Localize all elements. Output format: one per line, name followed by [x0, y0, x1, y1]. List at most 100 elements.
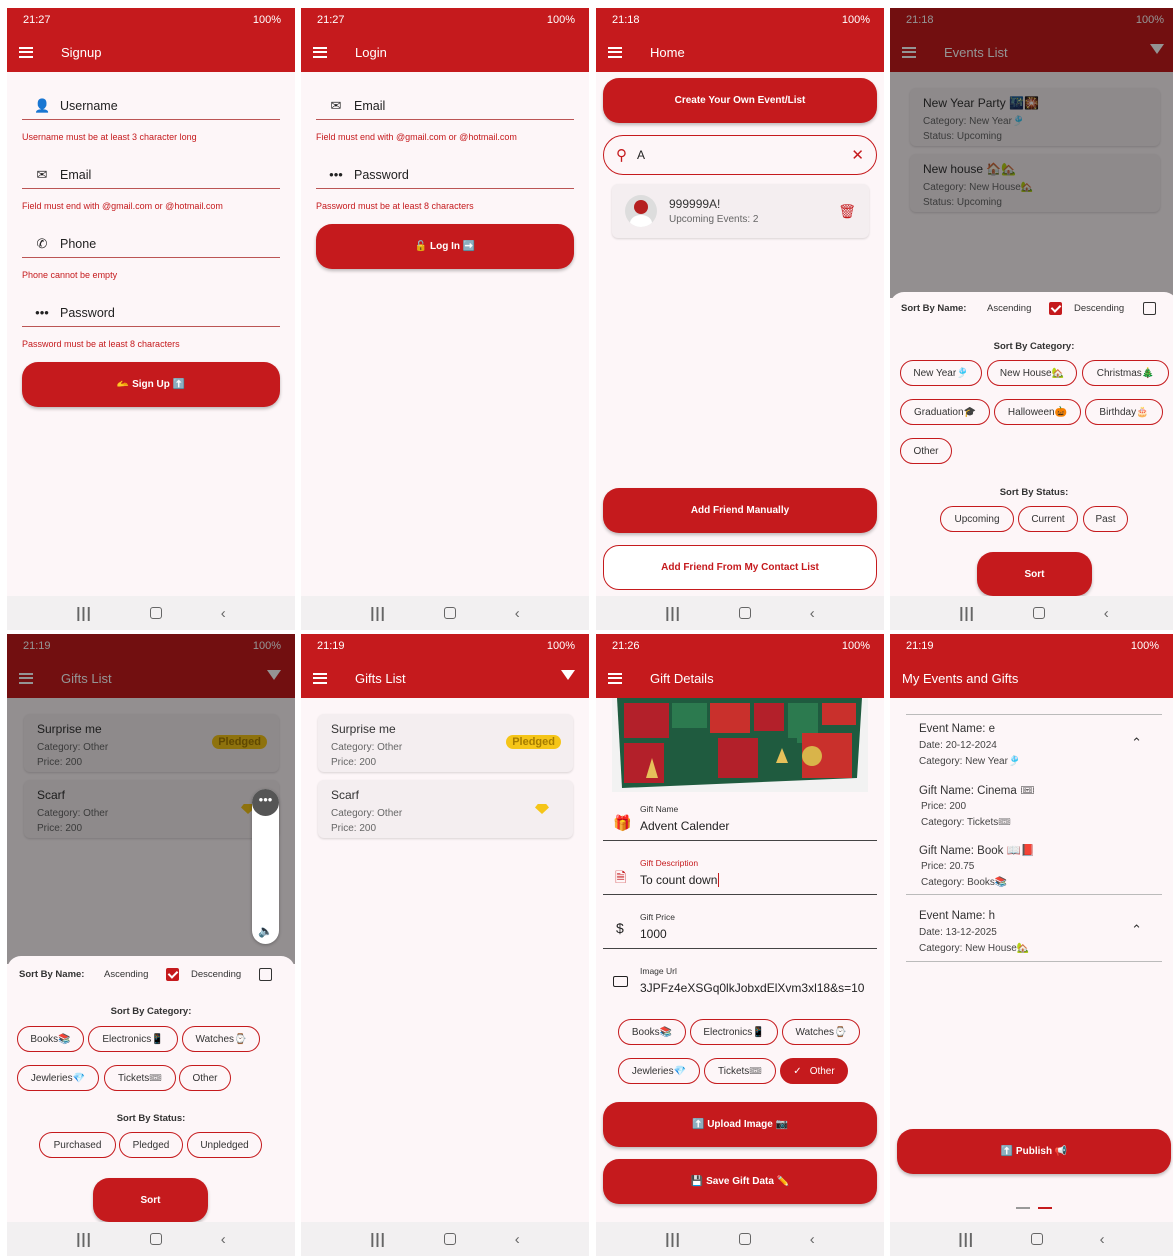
- back-icon[interactable]: ‹: [810, 605, 815, 622]
- home-icon[interactable]: [739, 1233, 752, 1245]
- delete-icon[interactable]: 🗑: [838, 203, 856, 220]
- status-chip[interactable]: Pledged: [119, 1132, 183, 1158]
- ascending-checkbox[interactable]: [1049, 302, 1062, 315]
- add-friend-contacts-button[interactable]: Add Friend From My Contact List: [603, 545, 877, 590]
- category-chip[interactable]: Watches⌚: [182, 1026, 260, 1052]
- category-chip[interactable]: Halloween🎃: [994, 399, 1081, 425]
- sort-button[interactable]: Sort: [977, 552, 1092, 596]
- recents-icon[interactable]: |||: [665, 605, 681, 622]
- scrim[interactable]: [890, 8, 1173, 298]
- status-chip[interactable]: Purchased: [39, 1132, 116, 1158]
- gift-description-field[interactable]: 🗎 Gift Description To count down: [603, 851, 877, 895]
- email-field[interactable]: ✉ Email: [316, 92, 574, 120]
- chevron-up-icon[interactable]: ⌃: [1131, 735, 1142, 751]
- back-icon[interactable]: ‹: [1104, 605, 1109, 622]
- back-icon[interactable]: ‹: [1100, 1231, 1105, 1248]
- field-value: 3JPFz4eXSGq0lkJobxdElXvm3xl18&s=10: [640, 981, 865, 995]
- category-chip[interactable]: Jewleries💎: [618, 1058, 700, 1084]
- system-nav-bar: ||| ‹: [301, 1222, 589, 1256]
- back-icon[interactable]: ‹: [810, 1231, 815, 1248]
- status-time: 21:18: [612, 14, 640, 26]
- event-panel[interactable]: Event Name: h Date: 13-12-2025 Category:…: [906, 902, 1162, 962]
- category-chip[interactable]: Other: [179, 1065, 231, 1091]
- back-icon[interactable]: ‹: [515, 605, 520, 622]
- mail-icon: ✉: [36, 166, 48, 182]
- category-chip[interactable]: Electronics📱: [690, 1019, 778, 1045]
- clear-icon[interactable]: ✕: [851, 146, 864, 164]
- descending-checkbox[interactable]: [1143, 302, 1156, 315]
- category-chip[interactable]: Books📚: [17, 1026, 84, 1052]
- back-icon[interactable]: ‹: [221, 605, 226, 622]
- home-icon[interactable]: [150, 607, 163, 619]
- friend-card[interactable]: 999999A! Upcoming Events: 2 🗑: [612, 184, 869, 238]
- status-chip[interactable]: Upcoming: [940, 506, 1014, 532]
- recents-icon[interactable]: |||: [76, 605, 92, 622]
- log-in-button[interactable]: 🔓 Log In ➡️: [316, 224, 574, 269]
- category-chip[interactable]: Birthday🎂: [1085, 399, 1163, 425]
- category-chip[interactable]: New House🏡: [987, 360, 1077, 386]
- category-chip-selected[interactable]: ✓ Other: [780, 1058, 848, 1084]
- create-event-button[interactable]: Create Your Own Event/List: [603, 78, 877, 123]
- username-field[interactable]: 👤 Username: [22, 92, 280, 120]
- chevron-up-icon[interactable]: ⌃: [1131, 922, 1142, 938]
- filter-icon[interactable]: [561, 670, 575, 680]
- category-chip[interactable]: Tickets🎟: [104, 1065, 176, 1091]
- descending-checkbox[interactable]: [259, 968, 272, 981]
- home-icon[interactable]: [739, 607, 752, 619]
- sort-button[interactable]: Sort: [93, 1178, 208, 1222]
- menu-icon[interactable]: [313, 672, 327, 684]
- password-field[interactable]: ••• Password: [316, 161, 574, 189]
- speaker-icon[interactable]: 🔈: [258, 924, 273, 938]
- home-icon[interactable]: [1033, 607, 1046, 619]
- ascending-checkbox[interactable]: [166, 968, 179, 981]
- status-battery: 100%: [841, 640, 870, 652]
- category-chip[interactable]: Watches⌚: [782, 1019, 860, 1045]
- password-field[interactable]: ••• Password: [22, 299, 280, 327]
- gift-name-field[interactable]: 🎁 Gift Name Advent Calender: [603, 797, 877, 841]
- recents-icon[interactable]: |||: [958, 1231, 974, 1248]
- gift-card[interactable]: Surprise me Category: Other Price: 200 Pled…: [318, 714, 573, 772]
- status-chip[interactable]: Current: [1018, 506, 1078, 532]
- home-icon[interactable]: [150, 1233, 163, 1245]
- back-icon[interactable]: ‹: [221, 1231, 226, 1248]
- email-field[interactable]: ✉ Email: [22, 161, 280, 189]
- category-chip[interactable]: Graduation🎓: [900, 399, 990, 425]
- menu-icon[interactable]: [608, 672, 622, 684]
- ascending-label: Ascending: [987, 303, 1032, 314]
- category-chip[interactable]: New Year🎐: [900, 360, 982, 386]
- gift-price-field[interactable]: $ Gift Price 1000: [603, 905, 877, 949]
- more-icon[interactable]: •••: [252, 789, 279, 816]
- home-icon[interactable]: [1030, 1233, 1043, 1245]
- gift-card[interactable]: Scarf Category: Other Price: 200: [318, 780, 573, 838]
- menu-icon[interactable]: [19, 46, 33, 58]
- recents-icon[interactable]: |||: [665, 1231, 681, 1248]
- category-chip[interactable]: Tickets🎟: [704, 1058, 776, 1084]
- home-icon[interactable]: [444, 607, 457, 619]
- status-chip[interactable]: Past: [1083, 506, 1128, 532]
- category-chip[interactable]: Other: [900, 438, 952, 464]
- phone-field[interactable]: ✆ Phone: [22, 230, 280, 258]
- status-chip[interactable]: Unpledged: [187, 1132, 262, 1158]
- category-chip[interactable]: Christmas🎄: [1082, 360, 1169, 386]
- volume-panel[interactable]: ••• 🔈: [252, 789, 279, 944]
- check-icon: ✓: [793, 1065, 802, 1077]
- recents-icon[interactable]: |||: [76, 1231, 92, 1248]
- search-input[interactable]: ⚲ A ✕: [603, 135, 877, 175]
- upload-image-button[interactable]: ⬆️ Upload Image 📷: [603, 1102, 877, 1147]
- event-panel[interactable]: Event Name: e Date: 20-12-2024 Category:…: [906, 714, 1162, 895]
- image-url-field[interactable]: Image Url 3JPFz4eXSGq0lkJobxdElXvm3xl18&…: [603, 959, 877, 1003]
- add-friend-manually-button[interactable]: Add Friend Manually: [603, 488, 877, 533]
- recents-icon[interactable]: |||: [959, 605, 975, 622]
- menu-icon[interactable]: [608, 46, 622, 58]
- publish-button[interactable]: ⬆️ Publish 📢: [897, 1129, 1171, 1174]
- home-icon[interactable]: [444, 1233, 457, 1245]
- recents-icon[interactable]: |||: [370, 605, 386, 622]
- back-icon[interactable]: ‹: [515, 1231, 520, 1248]
- category-chip[interactable]: Electronics📱: [88, 1026, 178, 1052]
- menu-icon[interactable]: [313, 46, 327, 58]
- sign-up-button[interactable]: 🫴 Sign Up ⬆️: [22, 362, 280, 407]
- category-chip[interactable]: Jewleries💎: [17, 1065, 99, 1091]
- category-chip[interactable]: Books📚: [618, 1019, 686, 1045]
- recents-icon[interactable]: |||: [370, 1231, 386, 1248]
- save-gift-button[interactable]: 💾 Save Gift Data ✏️: [603, 1159, 877, 1204]
